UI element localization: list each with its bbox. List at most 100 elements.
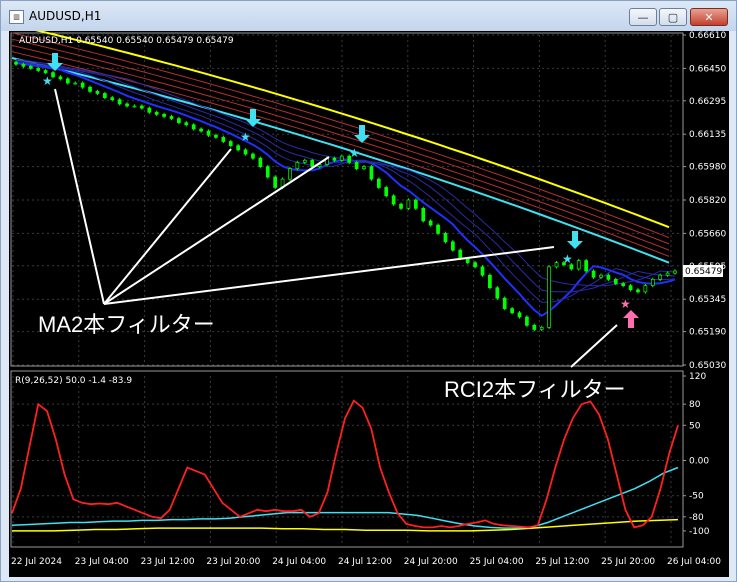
down-signal-arrow (567, 231, 583, 249)
price-tick-label: 0.66295 (689, 97, 726, 107)
candle-body (376, 178, 381, 188)
ma-line-blue-3 (15, 58, 676, 287)
candle-body (613, 279, 618, 284)
rci-filter-label: RCI2本フィルター (444, 377, 626, 402)
candle-body (547, 266, 551, 328)
time-tick-label: 23 Jul 12:00 (141, 557, 195, 567)
chart-area[interactable]: ★ ★ ★ ★ ★ 0.66610 0.66450 0.66295 0.66135 0.6598… (9, 31, 729, 577)
time-tick-label: 25 Jul 20:00 (601, 557, 655, 567)
candle-body (510, 308, 514, 314)
price-tick-label: 0.65980 (689, 163, 726, 173)
price-tick-label: 0.65345 (689, 295, 726, 305)
candle-body (665, 272, 670, 276)
candle-body (199, 128, 203, 132)
candle-body (58, 76, 63, 80)
candle-body (599, 274, 603, 278)
candle-body (243, 149, 248, 155)
price-tick-label: 0.65190 (689, 328, 726, 338)
maximize-button[interactable]: ▢ (659, 8, 687, 26)
ma-line-blue-0 (15, 62, 676, 317)
candle-body (154, 111, 159, 115)
time-axis: 22 Jul 2024 23 Jul 04:00 23 Jul 12:00 23 Ju… (11, 557, 721, 567)
candle-body (169, 116, 174, 119)
ma-filter-label: MA2本フィルター (38, 312, 215, 337)
candle-body (436, 224, 440, 234)
price-tick-label: 0.66610 (689, 31, 726, 41)
candle-body (95, 91, 100, 94)
candle-body (65, 78, 70, 84)
candle-body (384, 187, 389, 197)
candle-body (495, 287, 500, 299)
candle-body (369, 166, 374, 180)
candle-body (406, 199, 411, 209)
up-signal-arrow (623, 310, 639, 328)
candle-body (339, 155, 344, 161)
time-tick-label: 26 Jul 04:00 (667, 557, 721, 567)
candle-body (184, 122, 189, 126)
candle-body (265, 166, 270, 178)
price-tick-label: 0.66135 (689, 130, 726, 140)
candle-body (228, 141, 233, 147)
candle-body (14, 61, 18, 65)
ma-line-blue-1 (15, 61, 676, 303)
down-signal-arrow (245, 109, 261, 127)
time-tick-label: 24 Jul 20:00 (404, 557, 458, 567)
candle-body (428, 220, 433, 226)
candle-body (288, 168, 292, 180)
candle-body (36, 68, 41, 71)
candle-body (214, 134, 218, 138)
price-tick-label: 0.65820 (689, 196, 726, 206)
candle-body (177, 118, 181, 124)
candle-body (606, 274, 611, 280)
candle-body (125, 103, 129, 107)
rci-tick-label: -50 (689, 492, 704, 502)
candle-body (621, 283, 626, 286)
rci-tick-label: 120 (689, 372, 706, 382)
candle-body (628, 285, 633, 291)
title-bar[interactable]: ▥ AUDUSD,H1 — ▢ ✕ (1, 1, 736, 31)
minimize-button[interactable]: — (629, 8, 657, 26)
candle-body (354, 162, 359, 170)
candle-body (584, 260, 588, 272)
candle-body (132, 105, 137, 108)
candle-body (251, 153, 255, 159)
price-tick-label: 0.66450 (689, 64, 726, 74)
rci-tick-label: -100 (689, 527, 710, 537)
time-tick-label: 24 Jul 04:00 (272, 557, 326, 567)
close-button[interactable]: ✕ (690, 8, 728, 26)
candle-body (332, 157, 337, 161)
ma-filter-pointer-lines (54, 88, 555, 305)
candle-body (110, 97, 115, 101)
rci-mid-line (11, 466, 679, 529)
signal-star-pink: ★ (620, 297, 631, 311)
candle-body (488, 274, 492, 289)
candle-body (421, 208, 426, 222)
candle-body (21, 63, 26, 67)
candle-body (258, 157, 263, 167)
candle-body (473, 262, 477, 268)
time-tick-label: 25 Jul 12:00 (535, 557, 589, 567)
rci-fast-line (11, 399, 679, 529)
candle-body (43, 70, 48, 73)
candle-body (73, 82, 78, 85)
candle-body (221, 136, 226, 142)
candle-body (191, 124, 196, 130)
rci-tick-label: 50 (689, 421, 701, 431)
candle-body (443, 233, 448, 243)
price-tick-label: 0.65660 (689, 229, 726, 239)
candle-body (539, 327, 544, 330)
price-tick-label: 0.65030 (689, 361, 726, 371)
candle-body (636, 289, 640, 293)
candle-body (391, 195, 396, 205)
candle-body (236, 145, 240, 151)
rci-indicator (11, 399, 681, 532)
candle-body (458, 249, 463, 259)
time-tick-label: 23 Jul 20:00 (206, 557, 260, 567)
signal-star: ★ (349, 146, 360, 160)
candle-body (465, 258, 470, 264)
price-chart-svg[interactable]: ★ ★ ★ ★ ★ 0.66610 0.66450 0.66295 0.66135 0.6598… (9, 31, 729, 577)
candle-body (643, 285, 648, 293)
candle-body (591, 270, 596, 278)
candle-body (525, 316, 529, 326)
candle-body (295, 162, 300, 170)
